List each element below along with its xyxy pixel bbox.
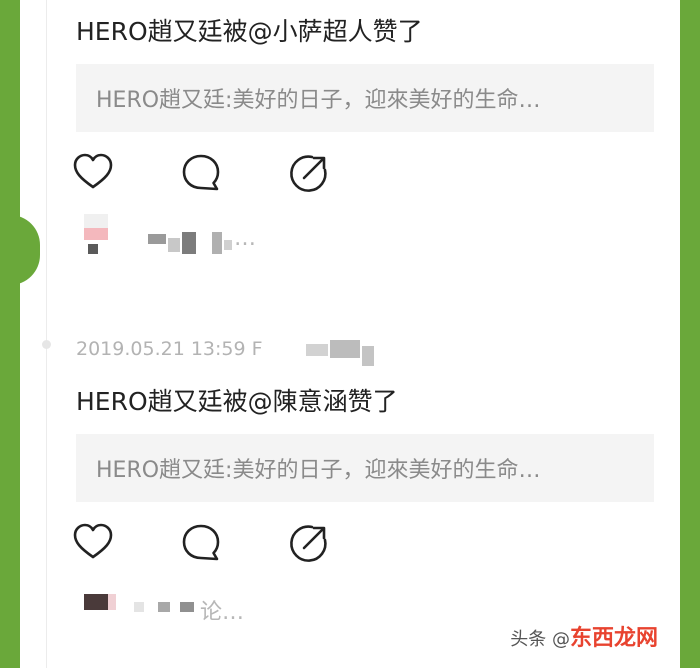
timestamp-text: 2019.05.21 13:59 F <box>76 338 263 360</box>
liker-name-blur <box>158 602 170 612</box>
timeline-line <box>46 0 47 668</box>
liker-name-blur <box>168 238 180 252</box>
feed-item-title[interactable]: HERO趙又廷被@陳意涵赞了 <box>76 382 398 418</box>
quoted-post-card[interactable]: HERO趙又廷:美好的日子，迎來美好的生命… <box>76 64 654 132</box>
avatar <box>88 244 98 254</box>
comment-icon[interactable] <box>180 522 222 564</box>
timeline-dot <box>42 340 51 349</box>
quoted-post-card[interactable]: HERO趙又廷:美好的日子，迎來美好的生命… <box>76 434 654 502</box>
liker-name-blur <box>134 602 144 612</box>
liker-summary: 论… <box>200 600 245 625</box>
feed-panel: HERO趙又廷被@小萨超人赞了 HERO趙又廷:美好的日子，迎來美好的生命… …… <box>20 0 680 668</box>
share-icon[interactable] <box>288 522 330 564</box>
liker-name-blur <box>212 232 222 254</box>
timestamp: 2019.05.21 13:59 F <box>76 338 263 360</box>
liker-summary: … <box>234 226 256 251</box>
username-blur <box>330 340 360 358</box>
watermark: 头条 @东西龙网 <box>510 620 658 652</box>
liker-name-blur <box>180 602 194 612</box>
avatar <box>108 594 116 610</box>
heart-icon[interactable] <box>72 152 114 194</box>
username-blur <box>362 346 374 366</box>
comment-icon[interactable] <box>180 152 222 194</box>
avatar <box>84 214 108 228</box>
liker-name-blur <box>182 232 196 254</box>
watermark-prefix: 头条 @ <box>510 629 570 650</box>
liker-name-blur <box>224 240 232 250</box>
watermark-brand: 东西龙网 <box>569 626 658 651</box>
quoted-post-text: HERO趙又廷:美好的日子，迎來美好的生命… <box>96 88 541 113</box>
avatar <box>84 228 108 240</box>
username-blur <box>306 344 328 356</box>
liker-name-blur <box>148 234 166 244</box>
share-icon[interactable] <box>288 152 330 194</box>
avatar <box>84 594 108 610</box>
quoted-post-text: HERO趙又廷:美好的日子，迎來美好的生命… <box>96 458 541 483</box>
feed-item-title[interactable]: HERO趙又廷被@小萨超人赞了 <box>76 12 423 48</box>
heart-icon[interactable] <box>72 522 114 564</box>
